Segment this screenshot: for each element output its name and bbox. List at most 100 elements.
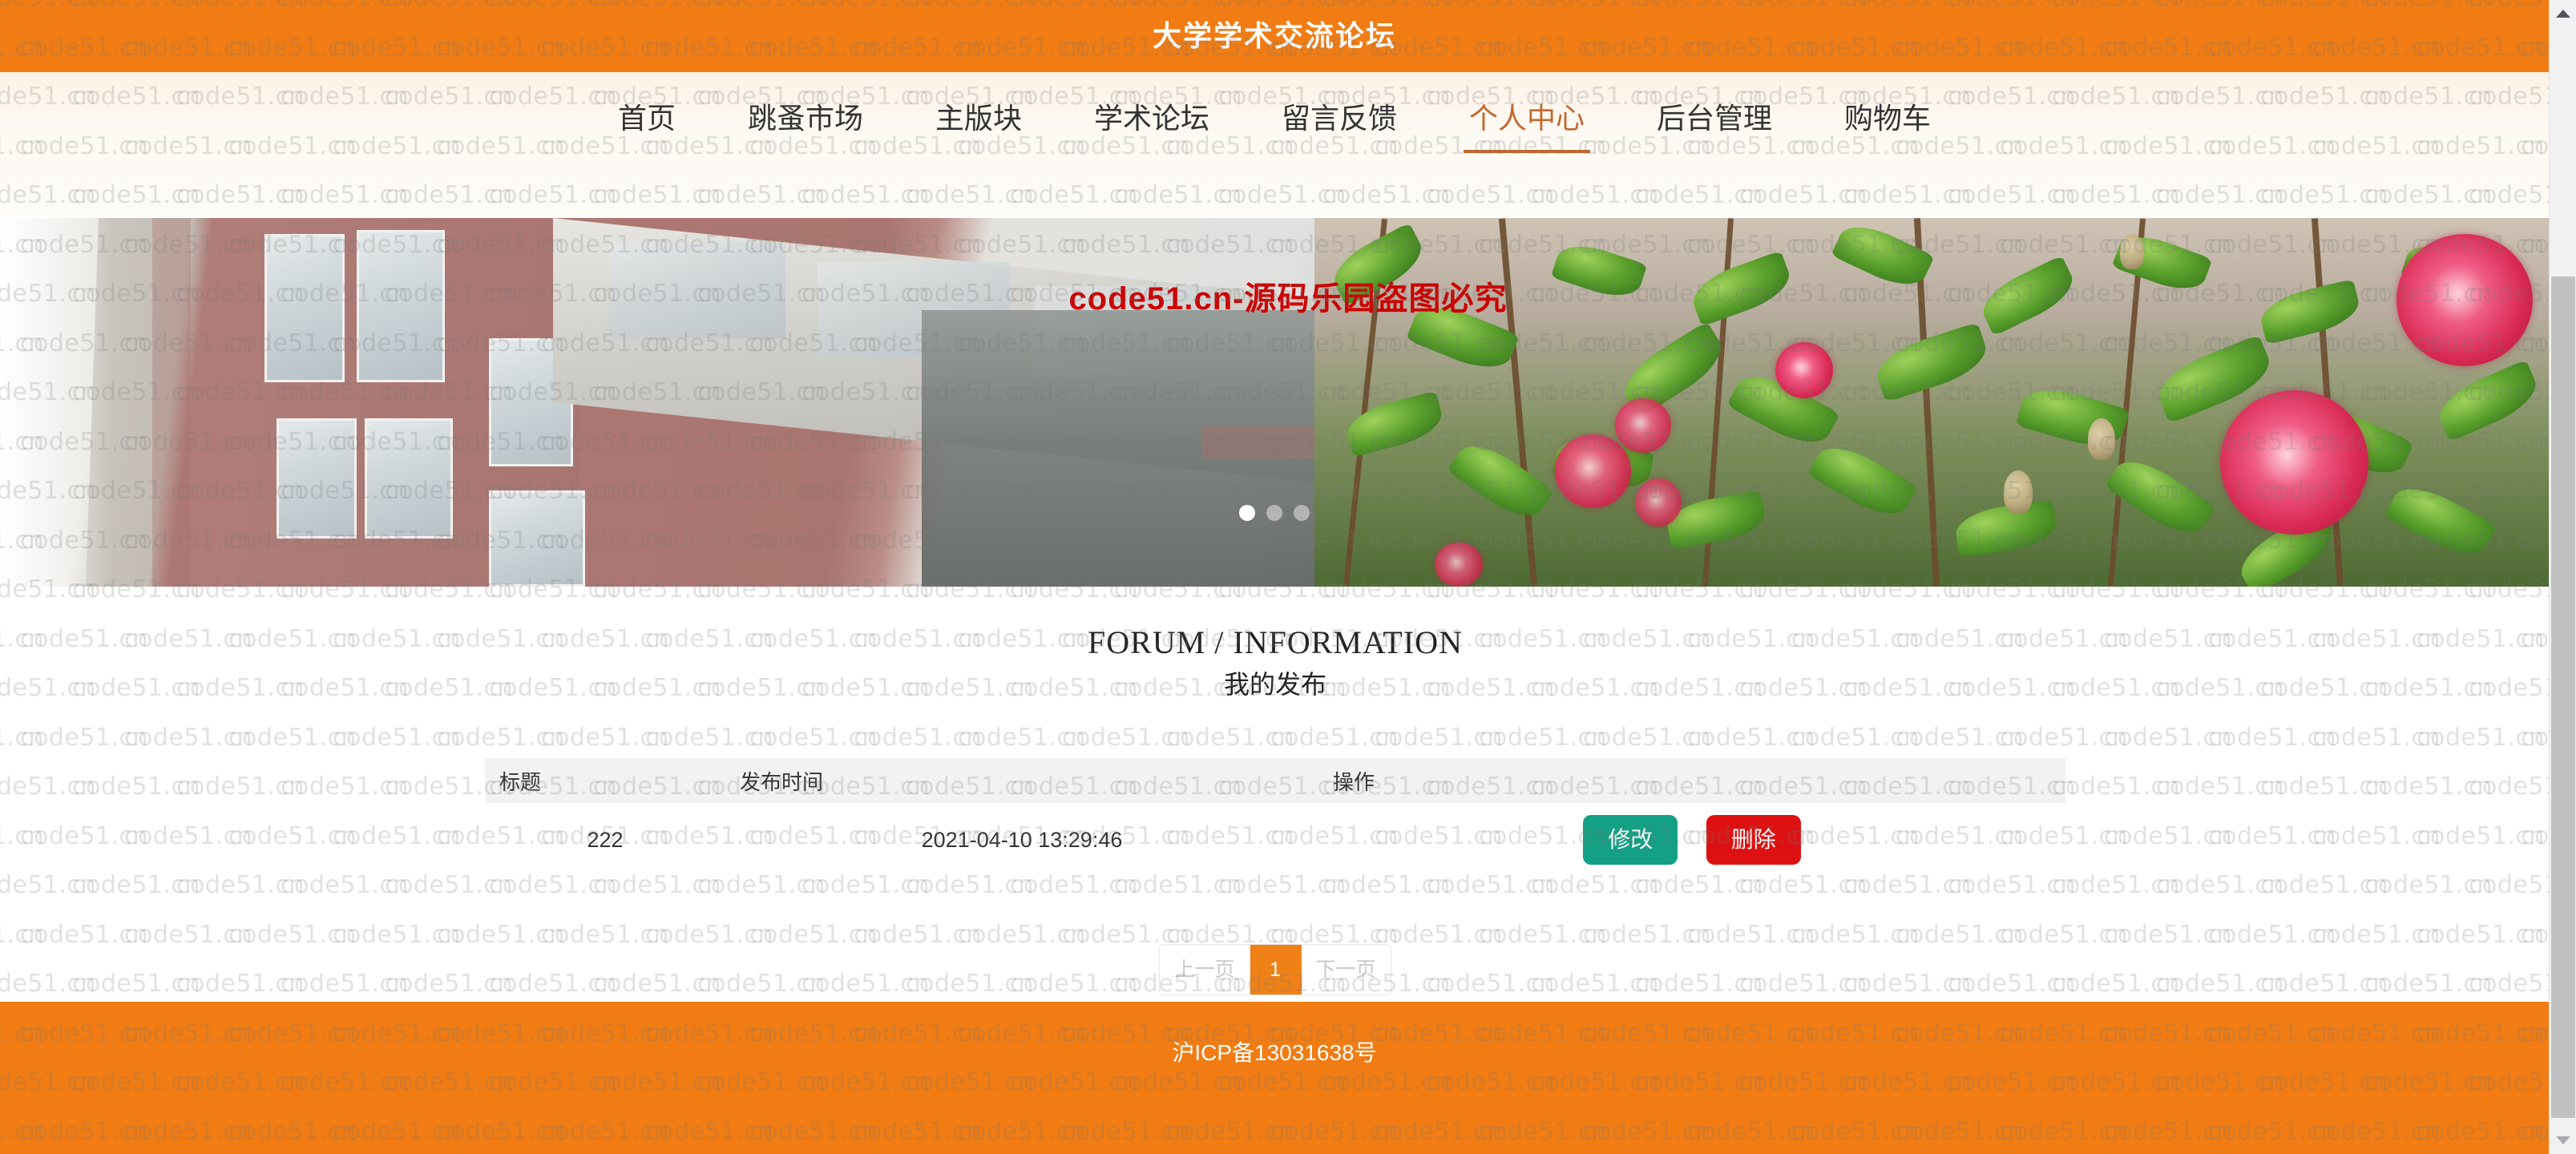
watermark-text: code51.cn	[2052, 674, 2181, 702]
pagination-next[interactable]: 下一页	[1301, 945, 1391, 995]
nav-item-cart[interactable]: 购物车	[1808, 72, 1967, 164]
watermark-text: code51.cn	[2260, 970, 2389, 998]
table-row: 222 2021-04-10 13:29:46 修改 删除	[485, 803, 2065, 877]
watermark-text: code51.cn	[0, 920, 45, 949]
nav-item-home[interactable]: 首页	[582, 72, 712, 164]
watermark-text: code51.cn	[0, 821, 45, 850]
banner-carousel[interactable]	[0, 218, 2549, 587]
posts-table-wrapper: 标题 发布时间 操作 222 2021-04-10 13:29:46 修改 删除	[485, 758, 2065, 877]
watermark-text: code51.cn	[20, 821, 149, 850]
watermark-text: code51.cn	[0, 624, 45, 653]
icp-record-text: 沪ICP备13031638号	[1172, 1040, 1377, 1065]
watermark-text: code51.cn	[20, 723, 149, 752]
main-content: FORUM / INFORMATION 我的发布 标题 发布时间 操作 222 …	[485, 593, 2065, 995]
watermark-text: code51.cn	[20, 920, 149, 949]
nav-item-main-board[interactable]: 主版块	[899, 72, 1058, 164]
watermark-text: code51.cn	[124, 723, 253, 752]
watermark-text: code51.cn	[72, 773, 201, 801]
watermark-text: code51.cn	[281, 970, 410, 998]
posts-table: 标题 发布时间 操作 222 2021-04-10 13:29:46 修改 删除	[485, 758, 2065, 877]
page-title: 大学学术交流论坛	[1152, 19, 1396, 52]
nav-item-feedback[interactable]: 留言反馈	[1246, 72, 1433, 164]
watermark-text: code51.cn	[176, 871, 305, 899]
nav-bar: 首页 跳蚤市场 主版块 学术论坛 留言反馈 个人中心 后台管理 购物车	[0, 72, 2549, 216]
table-header-row: 标题 发布时间 操作	[485, 758, 2065, 803]
carousel-indicators[interactable]	[0, 505, 2549, 521]
watermark-text: code51.cn	[2156, 674, 2285, 702]
scroll-up-arrow-icon[interactable]	[2550, 0, 2576, 27]
scroll-down-arrow-icon[interactable]	[2550, 1127, 2576, 1154]
section-title-en: FORUM / INFORMATION	[1088, 624, 1463, 660]
carousel-dot-2[interactable]	[1266, 505, 1282, 521]
nav-item-admin[interactable]: 后台管理	[1621, 72, 1808, 164]
watermark-text: code51.cn	[72, 674, 201, 702]
watermark-text: code51.cn	[0, 871, 97, 899]
watermark-text: code51.cn	[2104, 821, 2233, 850]
watermark-text: code51.cn	[228, 723, 357, 752]
watermark-text: code51.cn	[2312, 624, 2441, 653]
watermark-text: code51.cn	[2104, 920, 2233, 949]
pagination-prev[interactable]: 上一页	[1160, 945, 1250, 995]
watermark-text: code51.cn	[333, 821, 462, 850]
watermark-text: code51.cn	[2156, 871, 2285, 899]
column-header-title: 标题	[485, 758, 725, 803]
watermark-text: code51.cn	[281, 674, 410, 702]
watermark-text: code51.cn	[333, 920, 462, 949]
watermark-text: code51.cn	[2260, 871, 2389, 899]
carousel-slide-image	[0, 218, 2549, 587]
carousel-dot-3[interactable]	[1294, 505, 1310, 521]
nav-item-personal-center[interactable]: 个人中心	[1433, 72, 1621, 164]
site-footer: 沪ICP备13031638号	[0, 1002, 2549, 1154]
site-header: 大学学术交流论坛	[0, 0, 2549, 72]
camellia-bush	[1314, 218, 2549, 587]
watermark-text: code51.cn	[2208, 624, 2337, 653]
watermark-text: code51.cn	[2052, 773, 2181, 801]
watermark-text: code51.cn	[124, 821, 253, 850]
watermark-text: code51.cn	[2260, 674, 2389, 702]
pagination-page-1[interactable]: 1	[1250, 945, 1302, 995]
watermark-text: code51.cn	[20, 624, 149, 653]
watermark-text: code51.cn	[2052, 871, 2181, 899]
column-header-action: 操作	[1318, 758, 2065, 803]
watermark-text: code51.cn	[2417, 723, 2546, 752]
watermark-text: code51.cn	[2364, 871, 2493, 899]
watermark-text: code51.cn	[228, 624, 357, 653]
watermark-text: code51.cn	[124, 920, 253, 949]
watermark-text: code51.cn	[176, 773, 305, 801]
watermark-text: code51.cn	[2052, 970, 2181, 998]
watermark-text: code51.cn	[2208, 723, 2337, 752]
table-head: 标题 发布时间 操作	[485, 758, 2065, 803]
watermark-text: code51.cn	[176, 970, 305, 998]
main-navigation: 首页 跳蚤市场 主版块 学术论坛 留言反馈 个人中心 后台管理 购物车	[0, 72, 2549, 164]
watermark-text: code51.cn	[0, 970, 97, 998]
watermark-text: code51.cn	[2417, 821, 2546, 850]
watermark-text: code51.cn	[2364, 674, 2493, 702]
delete-button[interactable]: 删除	[1706, 815, 1801, 865]
pagination-group: 上一页 1 下一页	[1159, 944, 1391, 995]
watermark-text: code51.cn	[2208, 821, 2337, 850]
edit-button[interactable]: 修改	[1583, 815, 1678, 865]
watermark-text: code51.cn	[2364, 773, 2493, 801]
nav-item-flea-market[interactable]: 跳蚤市场	[712, 72, 899, 164]
column-header-time: 发布时间	[725, 758, 1318, 803]
watermark-text: code51.cn	[333, 624, 462, 653]
watermark-text: code51.cn	[281, 871, 410, 899]
carousel-dot-1[interactable]	[1239, 505, 1255, 521]
section-title-cn: 我的发布	[1223, 670, 1326, 699]
table-body: 222 2021-04-10 13:29:46 修改 删除	[485, 803, 2065, 877]
nav-item-academic-forum[interactable]: 学术论坛	[1058, 72, 1246, 164]
watermark-text: code51.cn	[72, 871, 201, 899]
watermark-text: code51.cn	[0, 773, 97, 801]
watermark-text: code51.cn	[281, 773, 410, 801]
watermark-text: code51.cn	[228, 821, 357, 850]
watermark-text: code51.cn	[2417, 920, 2546, 949]
cell-post-title: 222	[587, 827, 624, 852]
scrollbar-thumb[interactable]	[2551, 276, 2575, 1118]
vertical-scrollbar[interactable]	[2549, 0, 2576, 1154]
watermark-text: code51.cn	[2104, 624, 2233, 653]
watermark-text: code51.cn	[2312, 723, 2441, 752]
page-root: 大学学术交流论坛 首页 跳蚤市场 主版块 学术论坛 留言反馈 个人中心 后台管理…	[0, 0, 2576, 1154]
watermark-text: code51.cn	[2364, 970, 2493, 998]
watermark-text: code51.cn	[228, 920, 357, 949]
pagination: 上一页 1 下一页	[485, 944, 2065, 995]
